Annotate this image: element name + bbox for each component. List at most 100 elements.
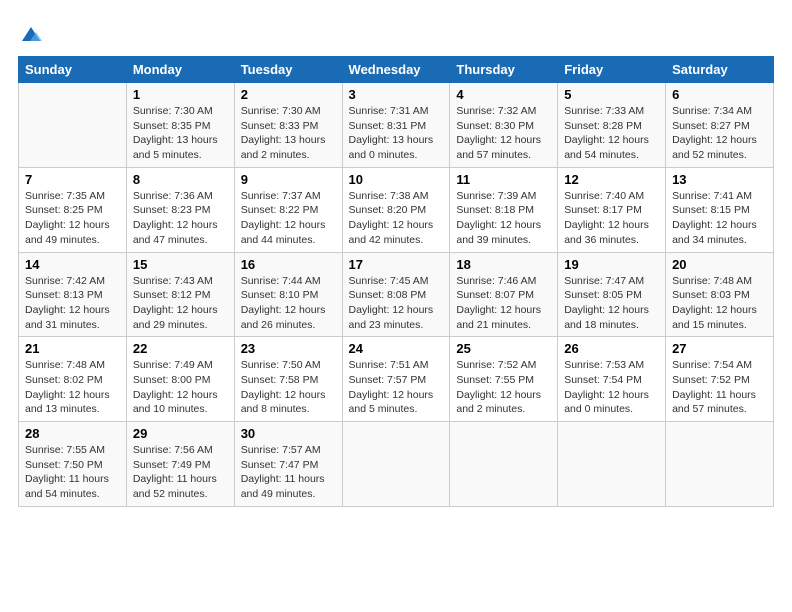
- day-number: 6: [672, 87, 767, 102]
- calendar-table: SundayMondayTuesdayWednesdayThursdayFrid…: [18, 56, 774, 507]
- calendar-body: 1 Sunrise: 7:30 AMSunset: 8:35 PMDaylight…: [19, 83, 774, 507]
- day-info: Sunrise: 7:50 AMSunset: 7:58 PMDaylight:…: [241, 358, 336, 417]
- day-info: Sunrise: 7:53 AMSunset: 7:54 PMDaylight:…: [564, 358, 659, 417]
- day-info: Sunrise: 7:30 AMSunset: 8:33 PMDaylight:…: [241, 104, 336, 163]
- page: SundayMondayTuesdayWednesdayThursdayFrid…: [0, 0, 792, 612]
- day-info: Sunrise: 7:38 AMSunset: 8:20 PMDaylight:…: [349, 189, 444, 248]
- week-row-0: 1 Sunrise: 7:30 AMSunset: 8:35 PMDaylight…: [19, 83, 774, 168]
- day-number: 1: [133, 87, 228, 102]
- day-info: Sunrise: 7:57 AMSunset: 7:47 PMDaylight:…: [241, 443, 336, 502]
- day-cell: 1 Sunrise: 7:30 AMSunset: 8:35 PMDaylight…: [126, 83, 234, 168]
- header-cell-wednesday: Wednesday: [342, 57, 450, 83]
- header-cell-tuesday: Tuesday: [234, 57, 342, 83]
- day-cell: 30 Sunrise: 7:57 AMSunset: 7:47 PMDayligh…: [234, 422, 342, 507]
- day-cell: 5 Sunrise: 7:33 AMSunset: 8:28 PMDaylight…: [558, 83, 666, 168]
- day-info: Sunrise: 7:54 AMSunset: 7:52 PMDaylight:…: [672, 358, 767, 417]
- day-cell: 2 Sunrise: 7:30 AMSunset: 8:33 PMDaylight…: [234, 83, 342, 168]
- day-info: Sunrise: 7:47 AMSunset: 8:05 PMDaylight:…: [564, 274, 659, 333]
- day-info: Sunrise: 7:48 AMSunset: 8:03 PMDaylight:…: [672, 274, 767, 333]
- week-row-1: 7Sunrise: 7:35 AMSunset: 8:25 PMDaylight…: [19, 167, 774, 252]
- day-info: Sunrise: 7:33 AMSunset: 8:28 PMDaylight:…: [564, 104, 659, 163]
- week-row-3: 21 Sunrise: 7:48 AMSunset: 8:02 PMDayligh…: [19, 337, 774, 422]
- day-number: 21: [25, 341, 120, 356]
- day-cell: 11Sunrise: 7:39 AMSunset: 8:18 PMDayligh…: [450, 167, 558, 252]
- day-info: Sunrise: 7:48 AMSunset: 8:02 PMDaylight:…: [25, 358, 120, 417]
- day-number: 4: [456, 87, 551, 102]
- day-cell: 15 Sunrise: 7:43 AMSunset: 8:12 PMDayligh…: [126, 252, 234, 337]
- day-cell: 21 Sunrise: 7:48 AMSunset: 8:02 PMDayligh…: [19, 337, 127, 422]
- day-cell: 8 Sunrise: 7:36 AMSunset: 8:23 PMDaylight…: [126, 167, 234, 252]
- day-cell: 24 Sunrise: 7:51 AMSunset: 7:57 PMDayligh…: [342, 337, 450, 422]
- day-number: 30: [241, 426, 336, 441]
- day-cell: [666, 422, 774, 507]
- day-number: 26: [564, 341, 659, 356]
- day-info: Sunrise: 7:32 AMSunset: 8:30 PMDaylight:…: [456, 104, 551, 163]
- day-number: 25: [456, 341, 551, 356]
- day-number: 8: [133, 172, 228, 187]
- day-cell: 19Sunrise: 7:47 AMSunset: 8:05 PMDayligh…: [558, 252, 666, 337]
- day-info: Sunrise: 7:55 AMSunset: 7:50 PMDaylight:…: [25, 443, 120, 502]
- day-info: Sunrise: 7:41 AMSunset: 8:15 PMDaylight:…: [672, 189, 767, 248]
- day-cell: 12Sunrise: 7:40 AMSunset: 8:17 PMDayligh…: [558, 167, 666, 252]
- day-number: 12: [564, 172, 659, 187]
- day-cell: 22Sunrise: 7:49 AMSunset: 8:00 PMDayligh…: [126, 337, 234, 422]
- day-info: Sunrise: 7:34 AMSunset: 8:27 PMDaylight:…: [672, 104, 767, 163]
- day-number: 5: [564, 87, 659, 102]
- day-number: 14: [25, 257, 120, 272]
- day-number: 3: [349, 87, 444, 102]
- day-info: Sunrise: 7:42 AMSunset: 8:13 PMDaylight:…: [25, 274, 120, 333]
- day-cell: 16Sunrise: 7:44 AMSunset: 8:10 PMDayligh…: [234, 252, 342, 337]
- day-info: Sunrise: 7:56 AMSunset: 7:49 PMDaylight:…: [133, 443, 228, 502]
- day-info: Sunrise: 7:36 AMSunset: 8:23 PMDaylight:…: [133, 189, 228, 248]
- day-number: 15: [133, 257, 228, 272]
- day-number: 23: [241, 341, 336, 356]
- day-cell: 13Sunrise: 7:41 AMSunset: 8:15 PMDayligh…: [666, 167, 774, 252]
- day-cell: 9Sunrise: 7:37 AMSunset: 8:22 PMDaylight…: [234, 167, 342, 252]
- day-number: 2: [241, 87, 336, 102]
- header: [18, 18, 774, 44]
- calendar-header: SundayMondayTuesdayWednesdayThursdayFrid…: [19, 57, 774, 83]
- week-row-2: 14 Sunrise: 7:42 AMSunset: 8:13 PMDayligh…: [19, 252, 774, 337]
- day-info: Sunrise: 7:52 AMSunset: 7:55 PMDaylight:…: [456, 358, 551, 417]
- day-cell: [19, 83, 127, 168]
- day-cell: 7Sunrise: 7:35 AMSunset: 8:25 PMDaylight…: [19, 167, 127, 252]
- day-number: 27: [672, 341, 767, 356]
- day-cell: 6 Sunrise: 7:34 AMSunset: 8:27 PMDaylight…: [666, 83, 774, 168]
- day-cell: 4 Sunrise: 7:32 AMSunset: 8:30 PMDaylight…: [450, 83, 558, 168]
- day-info: Sunrise: 7:45 AMSunset: 8:08 PMDaylight:…: [349, 274, 444, 333]
- day-info: Sunrise: 7:46 AMSunset: 8:07 PMDaylight:…: [456, 274, 551, 333]
- logo: [18, 18, 42, 44]
- header-cell-friday: Friday: [558, 57, 666, 83]
- day-cell: [342, 422, 450, 507]
- day-cell: 26 Sunrise: 7:53 AMSunset: 7:54 PMDayligh…: [558, 337, 666, 422]
- day-number: 7: [25, 172, 120, 187]
- week-row-4: 28Sunrise: 7:55 AMSunset: 7:50 PMDayligh…: [19, 422, 774, 507]
- day-cell: 10 Sunrise: 7:38 AMSunset: 8:20 PMDayligh…: [342, 167, 450, 252]
- day-cell: 29Sunrise: 7:56 AMSunset: 7:49 PMDayligh…: [126, 422, 234, 507]
- day-number: 16: [241, 257, 336, 272]
- day-cell: [450, 422, 558, 507]
- day-info: Sunrise: 7:30 AMSunset: 8:35 PMDaylight:…: [133, 104, 228, 163]
- day-cell: 25 Sunrise: 7:52 AMSunset: 7:55 PMDayligh…: [450, 337, 558, 422]
- day-info: Sunrise: 7:51 AMSunset: 7:57 PMDaylight:…: [349, 358, 444, 417]
- header-row: SundayMondayTuesdayWednesdayThursdayFrid…: [19, 57, 774, 83]
- day-cell: 23 Sunrise: 7:50 AMSunset: 7:58 PMDayligh…: [234, 337, 342, 422]
- day-number: 17: [349, 257, 444, 272]
- header-cell-monday: Monday: [126, 57, 234, 83]
- day-number: 9: [241, 172, 336, 187]
- day-cell: 17 Sunrise: 7:45 AMSunset: 8:08 PMDayligh…: [342, 252, 450, 337]
- day-cell: 20Sunrise: 7:48 AMSunset: 8:03 PMDayligh…: [666, 252, 774, 337]
- day-info: Sunrise: 7:43 AMSunset: 8:12 PMDaylight:…: [133, 274, 228, 333]
- day-info: Sunrise: 7:49 AMSunset: 8:00 PMDaylight:…: [133, 358, 228, 417]
- day-info: Sunrise: 7:31 AMSunset: 8:31 PMDaylight:…: [349, 104, 444, 163]
- logo-icon: [20, 25, 42, 43]
- day-cell: 18 Sunrise: 7:46 AMSunset: 8:07 PMDayligh…: [450, 252, 558, 337]
- day-cell: 27 Sunrise: 7:54 AMSunset: 7:52 PMDayligh…: [666, 337, 774, 422]
- day-number: 11: [456, 172, 551, 187]
- day-cell: 3 Sunrise: 7:31 AMSunset: 8:31 PMDaylight…: [342, 83, 450, 168]
- day-number: 18: [456, 257, 551, 272]
- day-number: 10: [349, 172, 444, 187]
- day-cell: [558, 422, 666, 507]
- day-number: 24: [349, 341, 444, 356]
- day-cell: 14 Sunrise: 7:42 AMSunset: 8:13 PMDayligh…: [19, 252, 127, 337]
